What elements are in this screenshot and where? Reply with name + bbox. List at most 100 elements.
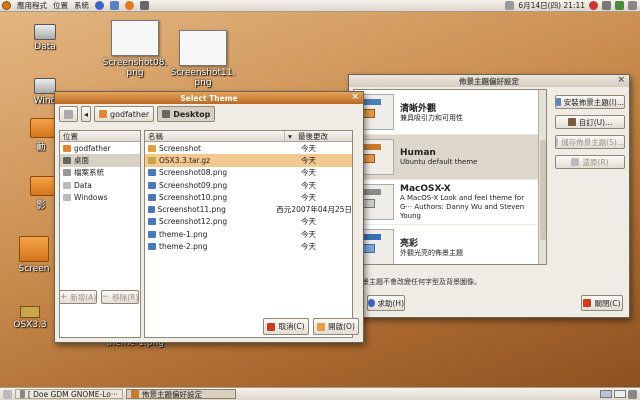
screenshot-app-icon[interactable] <box>140 1 149 10</box>
desktop-icon-screen-folder[interactable]: Screen <box>14 236 54 274</box>
place-item[interactable]: Windows <box>60 191 140 203</box>
help-icon <box>368 299 375 307</box>
menu-system[interactable]: 系統 <box>74 0 89 11</box>
drive-icon <box>63 193 71 201</box>
drive-icon <box>63 181 71 189</box>
drive-icon <box>34 78 56 94</box>
taskbar-item[interactable]: [ Doe GDM GNOME-Lo··· <box>15 389 123 399</box>
open-folder-icon <box>317 322 326 331</box>
pencil-icon <box>64 109 73 119</box>
file-name: OSX3.3.tar.gz <box>159 155 211 165</box>
network-icon[interactable] <box>505 1 515 10</box>
trash-icon[interactable] <box>628 389 637 399</box>
file-modified: 今天 <box>301 180 316 190</box>
workspace-1[interactable] <box>600 389 612 398</box>
desktop-icon-label: Data <box>34 42 56 52</box>
customize-icon <box>567 118 576 126</box>
path-back-button[interactable]: ◂ <box>81 106 92 122</box>
battery-icon[interactable] <box>615 1 624 10</box>
file-list: 名稱 ▾ 最後更改 Screenshot 今天 OSX3.3.tar.gz 今天 Scr… <box>144 130 353 338</box>
file-row[interactable]: Screenshot12.png 今天 <box>145 216 352 228</box>
menu-applications[interactable]: 應用程式 <box>17 0 47 11</box>
update-icon[interactable] <box>628 1 637 10</box>
theme-list[interactable]: 清晰外觀 兼具吸引力和可用性 Human Ubuntu default them… <box>353 89 547 265</box>
place-item[interactable]: Data <box>60 179 140 191</box>
path-button-desktop[interactable]: Desktop <box>157 106 216 122</box>
cancel-icon <box>267 322 276 331</box>
select-theme-titlebar[interactable]: Select Theme × <box>55 92 363 104</box>
desktop-icon-screenshot08[interactable]: Screenshot08. png <box>96 20 174 78</box>
clock[interactable]: 6月14日(四) 21:11 <box>518 0 585 11</box>
folder-icon <box>19 236 49 262</box>
menu-places[interactable]: 位置 <box>53 0 68 11</box>
web-browser-icon[interactable] <box>110 1 119 10</box>
help-button[interactable]: 求助(H) <box>367 295 405 311</box>
desktop-icon-label: Screenshot08. png <box>102 58 168 78</box>
file-modified: 今天 <box>301 168 316 178</box>
open-label: 開啟(O) <box>328 322 355 331</box>
close-icon[interactable]: × <box>351 93 359 102</box>
workspace-2[interactable] <box>614 389 626 398</box>
theme-item[interactable]: 亮彩 外觀光亮的佈景主題 <box>354 225 546 264</box>
show-desktop-icon[interactable] <box>3 389 12 399</box>
save-theme-button[interactable]: 儲存佈景主題(S)... <box>555 135 625 149</box>
place-item[interactable]: 檔案系統 <box>60 167 140 179</box>
install-theme-button[interactable]: 安裝佈景主題(I)... <box>555 95 625 109</box>
places-header[interactable]: 位置 <box>60 131 140 142</box>
desktop-icon-data[interactable]: Data <box>20 24 70 52</box>
file-row[interactable]: OSX3.3.tar.gz 今天 <box>145 154 352 167</box>
theme-item[interactable]: 清晰外觀 兼具吸引力和可用性 <box>354 90 546 135</box>
add-place-button[interactable]: + 新增(A) <box>59 290 97 304</box>
volume-icon[interactable] <box>602 1 611 10</box>
file-name: Screenshot08.png <box>159 168 228 178</box>
scrollbar-thumb[interactable] <box>540 140 546 240</box>
image-file-icon <box>148 218 156 226</box>
close-icon[interactable]: × <box>617 76 625 85</box>
open-button[interactable]: 開啟(O) <box>313 318 359 335</box>
theme-item[interactable]: MacOSX-X A MacOS-X Look and feel theme f… <box>354 180 546 225</box>
image-file-icon <box>148 193 156 201</box>
workspace-switcher[interactable] <box>600 389 637 399</box>
help-icon[interactable] <box>95 1 104 10</box>
column-modified[interactable]: 最後更改 <box>295 131 328 142</box>
taskbar-item[interactable]: 佈景主題偏好設定 <box>126 389 236 399</box>
file-row[interactable]: Screenshot 今天 <box>145 142 352 154</box>
revert-button[interactable]: 還原(R) <box>555 155 625 169</box>
close-button[interactable]: 關閉(C) <box>581 295 623 311</box>
desktop-icon-folder-1[interactable]: 動 <box>30 118 56 153</box>
theme-desc: 兼具吸引力和可用性 <box>400 114 463 122</box>
desktop-icon-screenshot11[interactable]: Screenshot11. png <box>164 30 242 88</box>
power-icon[interactable] <box>589 1 598 10</box>
window-icon <box>131 390 139 398</box>
file-row[interactable]: theme-1.png 今天 <box>145 228 352 240</box>
archive-icon <box>20 306 40 318</box>
remove-place-button[interactable]: − 移除(R) <box>101 290 139 304</box>
file-row[interactable]: Screenshot08.png 今天 <box>145 167 352 179</box>
path-button-godfather[interactable]: godfather <box>94 106 155 122</box>
scrollbar[interactable] <box>538 90 546 264</box>
ubuntu-logo-icon[interactable] <box>2 1 11 10</box>
customize-button[interactable]: 自訂(U)... <box>555 115 625 129</box>
file-row[interactable]: Screenshot09.png 今天 <box>145 179 352 191</box>
desktop-icon-osx[interactable]: OSX3.3 <box>10 306 50 330</box>
file-row[interactable]: Screenshot11.png 西元2007年04月25日 <box>145 203 352 215</box>
place-label: godfather <box>74 143 111 153</box>
sort-down-icon[interactable]: ▾ <box>285 132 295 141</box>
edit-location-button[interactable] <box>59 106 78 122</box>
folder-icon <box>30 118 56 138</box>
places-pane: 位置 godfather 桌面 檔案系統 Data Windows <box>59 130 141 338</box>
image-file-icon <box>148 206 155 214</box>
file-row[interactable]: Screenshot10.png 今天 <box>145 191 352 203</box>
file-row[interactable]: theme-2.png 今天 <box>145 240 352 252</box>
place-item[interactable]: godfather <box>60 142 140 154</box>
image-thumbnail-icon <box>111 20 159 56</box>
place-item[interactable]: 桌面 <box>60 154 140 167</box>
prefs-titlebar[interactable]: 佈景主題偏好設定 × <box>349 75 629 87</box>
column-name[interactable]: 名稱 <box>145 131 285 142</box>
theme-item[interactable]: Human Ubuntu default theme <box>354 135 546 180</box>
revert-label: 還原(R) <box>582 157 609 167</box>
cancel-button[interactable]: 取消(C) <box>263 318 309 335</box>
file-name: Screenshot09.png <box>159 180 228 190</box>
firefox-icon[interactable] <box>125 1 134 10</box>
desktop-icon-folder-2[interactable]: 影 <box>30 176 56 211</box>
